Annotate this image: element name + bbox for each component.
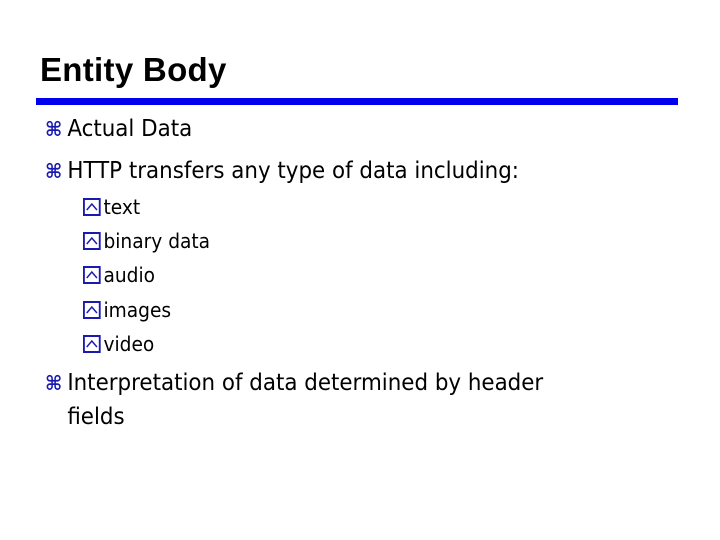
bullet-text: HTTP transfers any type of data includin… — [67, 158, 520, 184]
sub-bullet-item: video — [83, 330, 154, 358]
sub-bullet-text: text — [103, 195, 141, 219]
boxed-caret-bullet-icon — [83, 232, 101, 250]
boxed-caret-bullet-icon — [83, 335, 101, 353]
slide-title: Entity Body — [40, 51, 227, 88]
sub-bullet-item: text — [83, 193, 140, 221]
boxed-caret-bullet-icon — [83, 198, 101, 216]
sub-bullet-item: images — [83, 296, 171, 324]
sub-bullet-text: audio — [103, 263, 156, 287]
bullet-item: ⌘ Interpretation of data determined by he… — [45, 366, 543, 434]
sub-bullet-item: binary data — [83, 227, 210, 255]
bullet-item: ⌘ Actual Data — [45, 112, 192, 146]
sub-bullet-item: audio — [83, 261, 155, 289]
sub-bullet-text: video — [103, 332, 155, 356]
title-underline-rule — [36, 98, 678, 105]
bullet-text-continuation: fields — [67, 404, 125, 430]
boxed-caret-bullet-icon — [83, 266, 101, 284]
bullet-text: Actual Data — [67, 116, 193, 142]
command-bullet-icon: ⌘ — [45, 371, 63, 395]
sub-bullet-text: images — [103, 298, 172, 322]
boxed-caret-bullet-icon — [83, 301, 101, 319]
bullet-text: Interpretation of data determined by hea… — [67, 370, 544, 396]
command-bullet-icon: ⌘ — [45, 159, 63, 183]
command-bullet-icon: ⌘ — [45, 117, 63, 141]
bullet-item: ⌘ HTTP transfers any type of data includi… — [45, 154, 519, 188]
sub-bullet-text: binary data — [103, 229, 211, 253]
